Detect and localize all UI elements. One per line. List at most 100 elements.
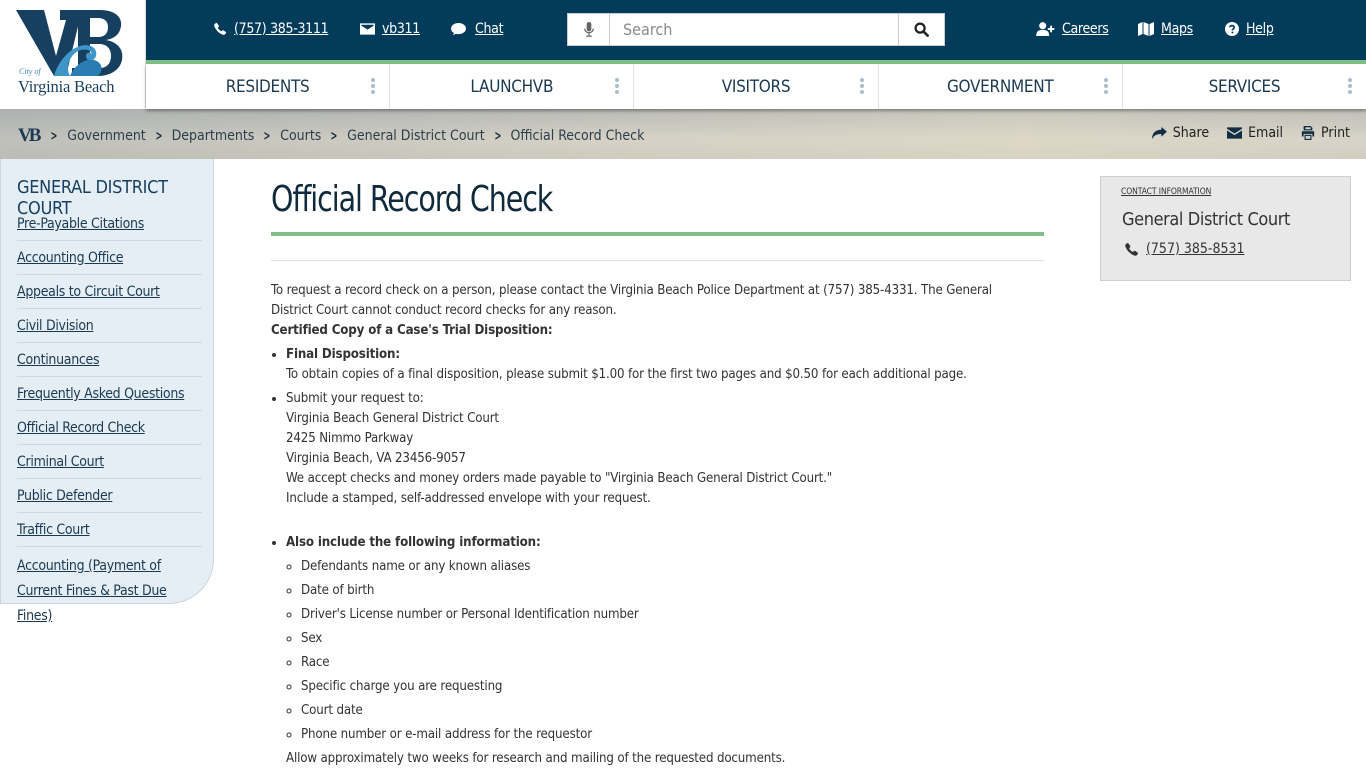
requirements-list: Final Disposition: To obtain copies of a…	[271, 345, 1031, 768]
maps-link[interactable]: Maps	[1138, 21, 1193, 37]
sidebar-link-accounting-office[interactable]: Accounting Office	[17, 250, 123, 266]
help-link[interactable]: Help	[1225, 21, 1274, 37]
printer-icon	[1301, 126, 1315, 140]
sidebar-link-accounting-payment[interactable]: Accounting (Payment of Current Fines & P…	[17, 558, 167, 624]
print-button[interactable]: Print	[1301, 125, 1350, 141]
section-heading: Certified Copy of a Case's Trial Disposi…	[271, 323, 553, 338]
chevron-right-icon: >	[263, 128, 271, 144]
sidebar-item: Criminal Court	[17, 445, 202, 479]
sidebar-item: Accounting Office	[17, 241, 202, 275]
nav-services[interactable]: SERVICES	[1123, 64, 1366, 109]
title-underline	[271, 232, 1044, 236]
sidebar-nav: Pre-Payable Citations Accounting Office …	[17, 207, 202, 634]
main-nav: RESIDENTS LAUNCHVB VISITORS GOVERNMENT S…	[146, 64, 1366, 109]
email-page-button[interactable]: Email	[1227, 125, 1283, 141]
envelope-icon	[1227, 127, 1243, 139]
required-info-item: Date of birth	[301, 581, 1031, 601]
logo-city-name: Virginia Beach	[18, 77, 115, 96]
logo-city-of: City of	[19, 67, 41, 76]
required-info-list: Defendants name or any known aliases Dat…	[286, 557, 1031, 745]
court-city-zip: Virginia Beach, VA 23456-9057	[286, 451, 466, 466]
page-actions: Share Email Print	[1151, 125, 1350, 141]
court-name: Virginia Beach General District Court	[286, 411, 499, 426]
required-info-item: Race	[301, 653, 1031, 673]
phone-link[interactable]: (757) 385-3111	[213, 21, 329, 37]
nav-government[interactable]: GOVERNMENT	[879, 64, 1123, 109]
site-logo[interactable]: City of Virginia Beach	[0, 0, 146, 108]
contact-information-link[interactable]: CONTACT INFORMATION	[1121, 187, 1211, 197]
sidebar-link-faq[interactable]: Frequently Asked Questions	[17, 386, 185, 402]
breadcrumb-home-logo[interactable]: VB	[18, 125, 41, 147]
breadcrumb-general-district-court[interactable]: General District Court	[347, 128, 484, 144]
sidebar-item: Official Record Check	[17, 411, 202, 445]
nav-residents[interactable]: RESIDENTS	[146, 64, 391, 109]
required-info-item: Driver's License number or Personal Iden…	[301, 605, 1031, 625]
required-info-item: Sex	[301, 629, 1031, 649]
sidebar-item: Public Defender	[17, 479, 202, 513]
sidebar-item: Civil Division	[17, 309, 202, 343]
search-submit-button[interactable]	[898, 14, 944, 45]
required-info-item: Phone number or e-mail address for the r…	[301, 725, 1031, 745]
also-include-item: Also include the following information: …	[286, 533, 1031, 768]
nav-menu-dots-icon[interactable]	[615, 78, 620, 94]
breadcrumb-courts[interactable]: Courts	[280, 128, 321, 144]
sidebar-link-continuances[interactable]: Continuances	[17, 352, 100, 368]
intro-paragraph: To request a record check on a person, p…	[271, 283, 992, 318]
sidebar-item: Appeals to Circuit Court	[17, 275, 202, 309]
envelope-icon	[360, 23, 375, 35]
share-icon	[1151, 126, 1167, 139]
voice-search-button[interactable]	[568, 14, 610, 45]
chat-link[interactable]: Chat	[451, 21, 504, 37]
breadcrumb-government[interactable]: Government	[67, 128, 146, 144]
sidebar-item: Continuances	[17, 343, 202, 377]
final-disposition-item: Final Disposition: To obtain copies of a…	[286, 345, 1031, 385]
share-button[interactable]: Share	[1151, 125, 1209, 141]
divider	[271, 260, 1044, 261]
contact-phone-link[interactable]: (757) 385-8531	[1124, 241, 1245, 257]
required-info-item: Court date	[301, 701, 1031, 721]
court-street: 2425 Nimmo Parkway	[286, 431, 414, 446]
sidebar-item: Pre-Payable Citations	[17, 207, 202, 241]
chevron-right-icon: >	[50, 128, 58, 144]
nav-launchvb[interactable]: LAUNCHVB	[390, 64, 635, 109]
nav-visitors[interactable]: VISITORS	[634, 64, 879, 109]
contact-name: General District Court	[1122, 209, 1290, 230]
user-plus-icon	[1036, 22, 1055, 36]
nav-menu-dots-icon[interactable]	[1103, 78, 1108, 94]
required-info-item: Defendants name or any known aliases	[301, 557, 1031, 577]
sidebar-link-traffic-court[interactable]: Traffic Court	[17, 522, 90, 538]
nav-menu-dots-icon[interactable]	[371, 78, 376, 94]
chevron-right-icon: >	[155, 128, 163, 144]
chat-bubble-icon	[451, 22, 466, 35]
sidebar-item: Accounting (Payment of Current Fines & P…	[17, 547, 202, 634]
email-vb311-link[interactable]: vb311	[360, 21, 420, 37]
section-sidebar: GENERAL DISTRICT COURT Pre-Payable Citat…	[0, 159, 214, 624]
search-icon	[914, 22, 929, 37]
breadcrumb-current: Official Record Check	[510, 128, 645, 144]
article-body: To request a record check on a person, p…	[271, 281, 1031, 768]
chevron-right-icon: >	[330, 128, 338, 144]
breadcrumb-banner: VB > Government > Departments > Courts >…	[0, 109, 1366, 159]
phone-icon	[1125, 242, 1139, 256]
microphone-icon	[583, 22, 594, 37]
question-circle-icon	[1225, 22, 1239, 36]
nav-menu-dots-icon[interactable]	[859, 78, 864, 94]
chevron-right-icon: >	[494, 128, 501, 144]
sidebar-link-official-record-check[interactable]: Official Record Check	[17, 420, 145, 436]
breadcrumb-departments[interactable]: Departments	[172, 128, 255, 144]
contact-card: CONTACT INFORMATION General District Cou…	[1100, 176, 1351, 281]
sidebar-link-appeals[interactable]: Appeals to Circuit Court	[17, 284, 160, 300]
sidebar-link-pre-payable-citations[interactable]: Pre-Payable Citations	[17, 216, 144, 232]
sidebar-link-criminal-court[interactable]: Criminal Court	[17, 454, 104, 470]
page-title: Official Record Check	[271, 179, 553, 220]
sidebar-item: Traffic Court	[17, 513, 202, 547]
phone-icon	[214, 22, 227, 35]
sidebar-link-public-defender[interactable]: Public Defender	[17, 488, 113, 504]
nav-menu-dots-icon[interactable]	[1348, 78, 1353, 94]
map-icon	[1138, 22, 1154, 36]
search-input[interactable]	[610, 14, 898, 45]
sidebar-link-civil-division[interactable]: Civil Division	[17, 318, 94, 334]
breadcrumb: VB > Government > Departments > Courts >…	[18, 125, 644, 147]
sidebar-item: Frequently Asked Questions	[17, 377, 202, 411]
careers-link[interactable]: Careers	[1036, 21, 1109, 37]
